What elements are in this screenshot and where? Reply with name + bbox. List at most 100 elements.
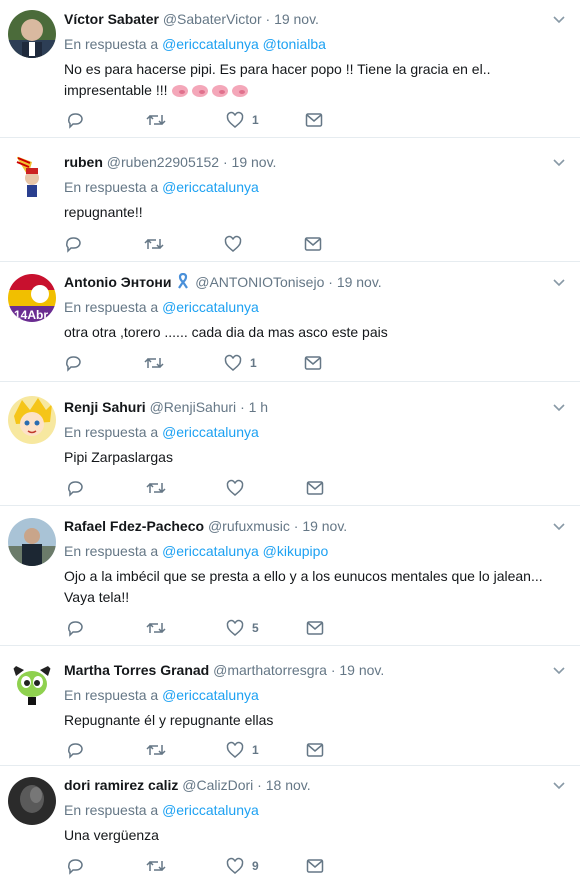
chevron-down-icon[interactable] <box>552 155 566 169</box>
avatar[interactable] <box>8 518 56 566</box>
tweet[interactable]: Martha Torres Granad @marthatorresgra · … <box>0 646 580 766</box>
tweet[interactable]: ruben @ruben22905152 · 19 nov. En respue… <box>0 138 580 262</box>
display-name[interactable]: Renji Sahuri <box>64 399 146 415</box>
reply-icon <box>68 621 83 637</box>
reply-button[interactable] <box>66 110 84 130</box>
mention-link[interactable]: @tonialba <box>263 36 326 52</box>
chevron-down-icon[interactable] <box>552 12 566 26</box>
mention-link[interactable]: @kikupipo <box>263 543 329 559</box>
display-name[interactable]: Víctor Sabater <box>64 11 159 27</box>
like-count: 1 <box>252 113 259 127</box>
chevron-down-icon[interactable] <box>552 778 566 792</box>
reply-context: En respuesta a @ericcatalunya <box>64 684 566 706</box>
handle[interactable]: @CalizDori <box>182 777 253 793</box>
like-button[interactable]: 9 <box>226 856 259 876</box>
direct-message-button[interactable] <box>306 856 324 876</box>
reply-button[interactable] <box>66 478 84 498</box>
tweet[interactable]: Víctor Sabater @SabaterVictor · 19 nov. … <box>0 0 580 138</box>
handle[interactable]: @marthatorresgra <box>213 662 327 678</box>
reply-button[interactable] <box>66 618 84 638</box>
retweet-button[interactable] <box>144 234 164 254</box>
display-name[interactable]: Antonio Энтони <box>64 274 171 290</box>
retweet-button[interactable] <box>146 478 166 498</box>
direct-message-button[interactable] <box>305 110 323 130</box>
like-button[interactable]: 1 <box>226 110 259 130</box>
reply-prefix: En respuesta a <box>64 424 159 440</box>
separator-dot: · <box>257 777 262 793</box>
display-name[interactable]: dori ramirez caliz <box>64 777 178 793</box>
direct-message-button[interactable] <box>306 740 324 760</box>
display-name[interactable]: ruben <box>64 154 103 170</box>
handle[interactable]: @rufuxmusic <box>208 518 290 534</box>
mention-link[interactable]: @ericcatalunya <box>162 802 259 818</box>
avatar[interactable] <box>8 396 56 444</box>
tweet-actions: 5 <box>64 618 344 638</box>
display-name[interactable]: Martha Torres Granad <box>64 662 209 678</box>
mention-link[interactable]: @ericcatalunya <box>162 543 259 559</box>
mention-link[interactable]: @ericcatalunya <box>162 687 259 703</box>
handle[interactable]: @ANTONIOTonisejo <box>195 274 324 290</box>
direct-message-button[interactable] <box>306 478 324 498</box>
direct-message-button[interactable] <box>306 618 324 638</box>
handle[interactable]: @SabaterVictor <box>163 11 262 27</box>
direct-message-button[interactable] <box>304 234 322 254</box>
handle[interactable]: @ruben22905152 <box>107 154 219 170</box>
reply-icon <box>66 237 81 253</box>
tweet-text-line: Repugnante él y repugnante ellas <box>64 712 274 728</box>
chevron-down-icon[interactable] <box>552 663 566 677</box>
tweet[interactable]: Rafael Fdez-Pacheco @rufuxmusic · 19 nov… <box>0 506 580 646</box>
envelope-icon <box>306 621 324 635</box>
retweet-button[interactable] <box>146 618 166 638</box>
mention-link[interactable]: @ericcatalunya <box>162 299 259 315</box>
reply-prefix: En respuesta a <box>64 179 159 195</box>
display-name[interactable]: Rafael Fdez-Pacheco <box>64 518 204 534</box>
like-button[interactable] <box>226 478 252 498</box>
avatar[interactable] <box>8 152 56 200</box>
mention-link[interactable]: @ericcatalunya <box>162 36 259 52</box>
handle[interactable]: @RenjiSahuri <box>150 399 237 415</box>
timestamp[interactable]: 19 nov. <box>339 662 384 678</box>
tweet-header: Víctor Sabater @SabaterVictor · 19 nov. <box>64 8 566 30</box>
tweet-text: Una vergüenza <box>64 825 566 846</box>
tweet-text: Ojo a la imbécil que se presta a ello y … <box>64 566 566 608</box>
mention-link[interactable]: @ericcatalunya <box>162 179 259 195</box>
ribbon-icon <box>178 273 189 289</box>
avatar[interactable] <box>8 660 56 708</box>
direct-message-button[interactable] <box>304 353 322 373</box>
timestamp[interactable]: 19 nov. <box>302 518 347 534</box>
timestamp[interactable]: 19 nov. <box>337 274 382 290</box>
timestamp[interactable]: 19 nov. <box>274 11 319 27</box>
reply-button[interactable] <box>64 234 82 254</box>
tweet-actions: 1 <box>64 110 344 130</box>
like-button[interactable]: 5 <box>226 618 259 638</box>
like-button[interactable]: 1 <box>224 353 257 373</box>
heart-icon <box>224 235 242 252</box>
avatar[interactable] <box>8 777 56 825</box>
tweet-text: Pipi Zarpaslargas <box>64 447 566 468</box>
avatar[interactable] <box>8 10 56 58</box>
retweet-button[interactable] <box>144 353 164 373</box>
tweet-text-line: impresentable !!! <box>64 82 168 98</box>
tweet-text: Repugnante él y repugnante ellas <box>64 710 566 731</box>
tweet[interactable]: 14Abr Antonio Энтони @ANTONIOTonisejo · … <box>0 262 580 382</box>
reply-context: En respuesta a @ericcatalunya <box>64 799 566 821</box>
mention-link[interactable]: @ericcatalunya <box>162 424 259 440</box>
retweet-button[interactable] <box>146 110 166 130</box>
timestamp[interactable]: 1 h <box>249 399 268 415</box>
like-button[interactable] <box>224 234 250 254</box>
reply-button[interactable] <box>66 856 84 876</box>
tweet[interactable]: dori ramirez caliz @CalizDori · 18 nov. … <box>0 766 580 884</box>
reply-button[interactable] <box>64 353 82 373</box>
reply-button[interactable] <box>66 740 84 760</box>
avatar[interactable]: 14Abr <box>8 274 56 322</box>
retweet-button[interactable] <box>146 740 166 760</box>
chevron-down-icon[interactable] <box>552 400 566 414</box>
chevron-down-icon[interactable] <box>552 519 566 533</box>
chevron-down-icon[interactable] <box>552 275 566 289</box>
tweet-text-line: No es para hacerse pipi. Es para hacer p… <box>64 61 491 77</box>
like-button[interactable]: 1 <box>226 740 259 760</box>
timestamp[interactable]: 18 nov. <box>266 777 311 793</box>
retweet-button[interactable] <box>146 856 166 876</box>
timestamp[interactable]: 19 nov. <box>232 154 277 170</box>
tweet[interactable]: Renji Sahuri @RenjiSahuri · 1 h En respu… <box>0 382 580 506</box>
